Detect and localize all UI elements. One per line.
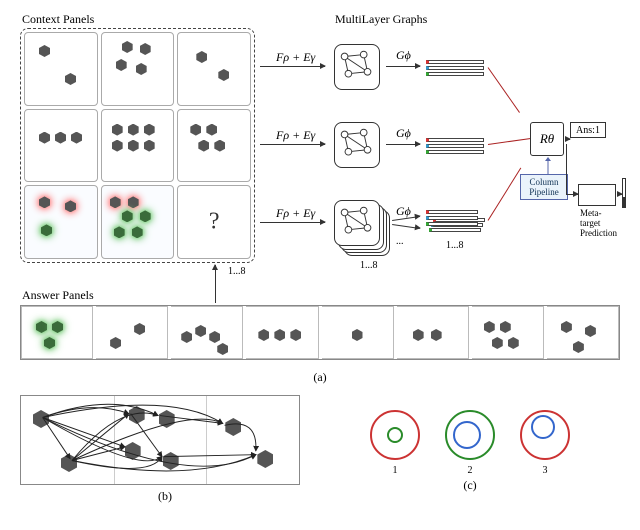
converge-line — [488, 138, 532, 145]
range-label: 1...8 — [446, 240, 464, 251]
figure-b-frame — [20, 395, 300, 485]
feature-bar — [426, 66, 484, 70]
arrow-icon — [617, 194, 622, 195]
graph-module — [334, 44, 380, 90]
context-panel — [24, 32, 98, 106]
ring-index: 1 — [370, 465, 420, 476]
range-label: 1...8 — [228, 266, 246, 277]
question-mark-icon: ? — [209, 209, 220, 236]
feature-bar — [426, 60, 484, 64]
ring-pair: 2 — [445, 410, 495, 460]
arrow-icon — [260, 144, 325, 145]
context-panel — [101, 185, 175, 259]
context-panel — [177, 32, 251, 106]
answer-panel — [96, 306, 168, 359]
gphi-label: Gϕ — [396, 126, 411, 141]
meta-target-label: Meta- target Prediction — [580, 208, 617, 238]
line — [566, 144, 567, 194]
column-pipeline-module: Column Pipeline — [520, 174, 568, 200]
context-panel — [24, 109, 98, 183]
figure-a: Context Panels MultiLayer Graphs — [10, 10, 630, 390]
feature-bar — [426, 138, 484, 142]
feature-bar — [426, 72, 484, 76]
answer-panels-row — [20, 305, 620, 360]
ring-index: 3 — [520, 465, 570, 476]
context-panel — [177, 109, 251, 183]
answer-panel — [547, 306, 619, 359]
frho-egamma-label: Fρ + Eγ — [276, 128, 315, 143]
rtheta-module: Rθ — [530, 122, 564, 156]
answer-panel — [246, 306, 318, 359]
meta-module — [578, 184, 616, 206]
subfig-a-label: (a) — [10, 370, 630, 385]
answer-panel — [171, 306, 243, 359]
answer-panels-label: Answer Panels — [22, 288, 94, 303]
multilayer-graphs-label: MultiLayer Graphs — [335, 12, 427, 27]
arrow-icon — [260, 66, 325, 67]
figure-b: (b) — [10, 390, 310, 520]
figure-c: 1 2 3 (c) — [310, 390, 630, 520]
answer-panel — [397, 306, 469, 359]
answer-panel — [21, 306, 93, 359]
arrow-icon — [392, 224, 420, 229]
context-panel — [101, 109, 175, 183]
frho-egamma-label: Fρ + Eγ — [276, 50, 315, 65]
converge-line — [488, 67, 520, 113]
context-panel — [24, 185, 98, 259]
feature-bar — [426, 144, 484, 148]
arrow-icon — [566, 194, 578, 195]
frho-egamma-label: Fρ + Eγ — [276, 206, 315, 221]
answer-panel — [322, 306, 394, 359]
converge-line — [488, 168, 522, 221]
question-panel: ? — [177, 185, 251, 259]
graph-module — [334, 122, 380, 168]
ring-pair: 3 — [520, 410, 570, 460]
gphi-label: Gϕ — [396, 48, 411, 63]
ring-pair: 1 — [370, 410, 420, 460]
answer-panel — [472, 306, 544, 359]
answer-output: Ans:1 — [570, 122, 606, 138]
context-grid: ? — [20, 28, 255, 263]
subfig-b-label: (b) — [20, 489, 310, 504]
arrow-up-icon — [215, 265, 216, 303]
range-label: 1...8 — [360, 260, 378, 271]
context-panels-label: Context Panels — [22, 12, 94, 27]
graph-module-stack — [334, 200, 380, 246]
feature-bar — [426, 150, 484, 154]
arrow-icon — [565, 139, 570, 140]
arrow-icon — [260, 222, 325, 223]
arrow-icon — [386, 144, 420, 145]
subfig-c-label: (c) — [310, 478, 630, 493]
context-panel — [101, 32, 175, 106]
arrow-icon — [386, 66, 420, 67]
arrow-up-icon — [545, 157, 551, 175]
ring-index: 2 — [445, 465, 495, 476]
